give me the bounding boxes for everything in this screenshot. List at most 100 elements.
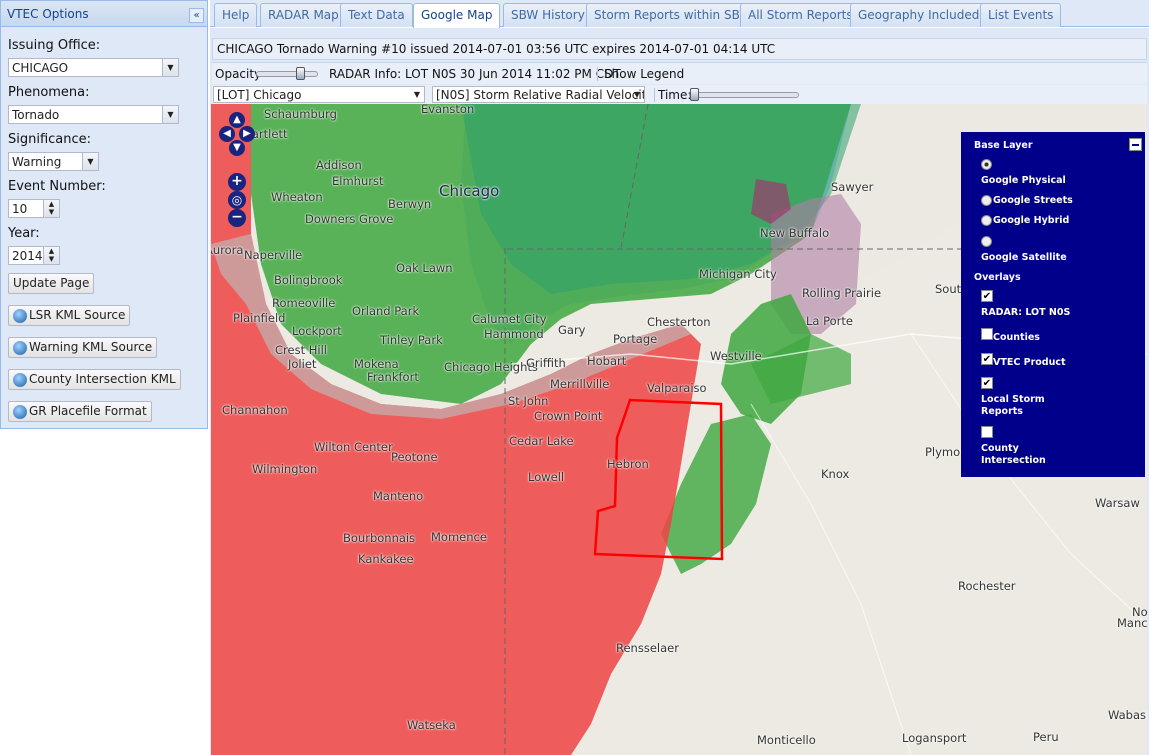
time-slider[interactable] [689, 88, 799, 101]
checkbox-vtec-product[interactable]: ✔ [981, 353, 993, 365]
base-option-label: Google Streets [993, 195, 1073, 206]
globe-icon [13, 309, 27, 323]
city-label: Monticello [757, 733, 816, 747]
tab-radar-map[interactable]: RADAR Map [260, 3, 347, 27]
zoom-out-icon[interactable]: − [228, 209, 246, 227]
city-label: Calumet City [472, 312, 547, 326]
overlay-label: Counties [993, 332, 1040, 343]
city-label: Bourbonnais [343, 531, 416, 545]
phenomena-select[interactable]: Tornado ▼ [8, 105, 179, 124]
city-label: Momence [431, 530, 487, 544]
radio-google-satellite[interactable] [981, 236, 992, 247]
warning-kml-button[interactable]: Warning KML Source [8, 337, 158, 358]
radio-google-streets[interactable] [981, 195, 992, 206]
globe-icon [13, 341, 27, 355]
time-label: Time: [654, 88, 691, 102]
zoom-world-icon[interactable]: ◎ [228, 191, 246, 209]
lsr-kml-button[interactable]: LSR KML Source [8, 305, 131, 326]
overlay-label: Local Storm Reports [981, 394, 1045, 417]
issuing-office-select[interactable]: CHICAGO ▼ [8, 58, 179, 77]
tab-geography-included[interactable]: Geography Included [850, 3, 988, 27]
city-label: Chicago Heights [444, 360, 538, 374]
radio-google-hybrid[interactable] [981, 215, 992, 226]
year-label: Year: [8, 226, 40, 241]
opacity-label: Opacity [215, 67, 262, 81]
city-label: Wabash [1108, 708, 1147, 722]
chevron-down-icon[interactable]: ▼ [630, 87, 644, 102]
radio-google-physical[interactable] [981, 159, 992, 170]
year-input[interactable]: 2014 ▲ ▼ [8, 246, 60, 265]
time-slider-thumb[interactable] [690, 88, 699, 101]
spinner-icon[interactable]: ▲ ▼ [43, 200, 59, 217]
opacity-slider-thumb[interactable] [296, 67, 305, 80]
checkbox-radar[interactable]: ✔ [981, 290, 993, 302]
tab-all-storm-reports[interactable]: All Storm Reports [740, 3, 861, 27]
city-label: La Porte [806, 314, 853, 328]
base-option-label: Google Hybrid [993, 215, 1070, 226]
checkbox-local-storm-reports[interactable]: ✔ [981, 377, 993, 389]
pan-right-icon[interactable]: ▶ [239, 126, 255, 142]
city-label: Sawyer [831, 180, 874, 194]
google-map[interactable]: Schaumburg Evanston Bartlett Addison Elmhurs… [211, 104, 1147, 755]
chevron-down-icon[interactable]: ▼ [162, 59, 178, 76]
pan-left-icon[interactable]: ◀ [219, 126, 235, 142]
spinner-icon[interactable]: ▲ ▼ [43, 247, 59, 264]
significance-value: Warning [12, 155, 62, 169]
city-label: Schaumburg [264, 107, 337, 121]
tab-text-data[interactable]: Text Data [340, 3, 413, 27]
base-option-label: Google Satellite [981, 252, 1067, 263]
tab-storm-reports-sbw[interactable]: Storm Reports within SBW [586, 3, 760, 27]
chevron-down-icon[interactable]: ▼ [162, 106, 178, 123]
show-legend-button[interactable]: Show Legend [597, 67, 684, 81]
city-label: Portage [613, 332, 658, 346]
opacity-slider[interactable] [256, 67, 318, 80]
significance-select[interactable]: Warning ▼ [8, 152, 99, 171]
city-label: Wilton Center [314, 440, 393, 454]
city-label: Peotone [391, 450, 438, 464]
city-label: Watseka [407, 718, 456, 732]
tab-help[interactable]: Help [214, 3, 258, 27]
city-label: Downers Grove [305, 212, 394, 226]
county-kml-button[interactable]: County Intersection KML [8, 369, 181, 390]
radar-site-select[interactable]: [LOT] Chicago ▼ [213, 86, 425, 103]
phenomena-value: Tornado [12, 108, 60, 122]
county-kml-label: County Intersection KML [29, 372, 176, 386]
year-value: 2014 [12, 249, 43, 263]
city-label: Crown Point [534, 409, 603, 423]
layer-switcher: Base Layer Google Physical Google Street… [961, 132, 1145, 477]
city-label: Romeoville [272, 296, 336, 310]
city-label: Hebron [607, 457, 649, 471]
gr-placefile-button[interactable]: GR Placefile Format [8, 401, 152, 422]
chevron-down-icon[interactable]: ▼ [410, 87, 424, 102]
checkbox-counties[interactable] [981, 328, 993, 340]
overlay-label: VTEC Product [993, 357, 1066, 368]
checkbox-county-intersection[interactable] [981, 426, 993, 438]
city-label: Gary [558, 323, 586, 337]
city-label: Crest Hill [275, 343, 327, 357]
city-label: Chicago [439, 182, 500, 200]
city-label: Orland Park [352, 304, 420, 318]
phenomena-label: Phenomena: [8, 85, 90, 100]
radar-select-toolbar: [LOT] Chicago ▼ [N0S] Storm Relative Rad… [212, 85, 1147, 105]
city-label: Frankfort [367, 370, 419, 384]
pan-up-icon[interactable]: ▲ [229, 112, 245, 128]
minimize-icon[interactable] [1129, 138, 1142, 151]
city-label: Joliet [288, 357, 317, 371]
collapse-panel-icon[interactable]: « [189, 8, 204, 23]
base-layer-title: Base Layer [974, 140, 1033, 151]
issuing-office-label: Issuing Office: [8, 38, 101, 53]
overlays-title: Overlays [974, 272, 1021, 283]
chevron-down-icon[interactable]: ▼ [82, 153, 98, 170]
update-page-button[interactable]: Update Page [8, 273, 95, 294]
tab-list-events[interactable]: List Events [980, 3, 1062, 27]
tab-google-map[interactable]: Google Map [413, 3, 501, 28]
event-number-input[interactable]: 10 ▲ ▼ [8, 199, 60, 218]
globe-icon [13, 405, 27, 419]
city-label: Sout [935, 282, 962, 296]
zoom-in-icon[interactable]: + [228, 173, 246, 191]
city-label: Aurora [211, 243, 244, 257]
tab-sbw-history[interactable]: SBW History [503, 3, 593, 27]
product-select[interactable]: [N0S] Storm Relative Radial Velocity ▼ [432, 86, 645, 103]
pan-down-icon[interactable]: ▼ [229, 140, 245, 156]
city-label: Logansport [902, 731, 967, 745]
